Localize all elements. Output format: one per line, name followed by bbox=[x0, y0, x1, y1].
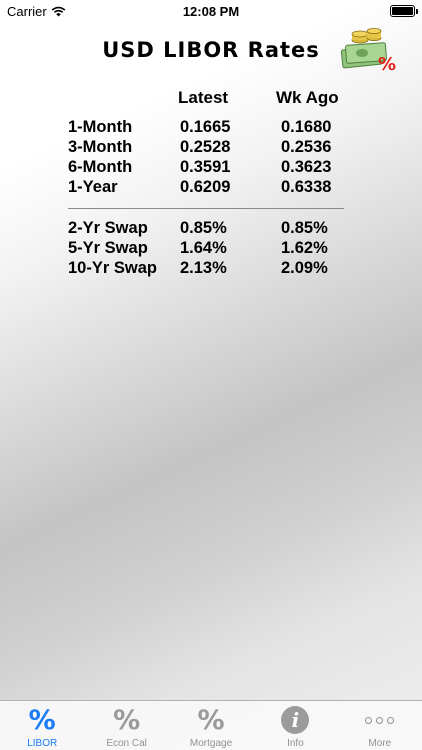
rate-latest: 0.2528 bbox=[180, 138, 231, 156]
percent-icon: % bbox=[197, 704, 225, 736]
rate-label: 6-Month bbox=[68, 158, 133, 176]
more-dots-icon bbox=[364, 704, 396, 736]
info-icon: i bbox=[279, 704, 311, 736]
tab-label: Mortgage bbox=[189, 738, 233, 749]
money-percent-icon: % bbox=[340, 28, 396, 72]
svg-text:%: % bbox=[378, 54, 396, 72]
percent-icon: % bbox=[113, 704, 141, 736]
swap-label: 5-Yr Swap bbox=[68, 239, 148, 257]
tab-econ-cal[interactable]: % Econ Cal bbox=[84, 701, 168, 750]
table-row: 1-Year 0.6209 0.6338 bbox=[68, 178, 348, 198]
status-bar: Carrier 12:08 PM bbox=[0, 0, 422, 22]
swap-label: 10-Yr Swap bbox=[68, 259, 157, 277]
rate-label: 1-Year bbox=[68, 178, 118, 196]
column-header-latest: Latest bbox=[178, 88, 229, 107]
tab-mortgage[interactable]: % Mortgage bbox=[169, 701, 253, 750]
rate-wk-ago: 0.2536 bbox=[281, 138, 332, 156]
rate-latest: 0.1665 bbox=[180, 118, 231, 136]
tab-bar: % LIBOR % Econ Cal % Mortgage i Info Mor… bbox=[0, 700, 422, 750]
table-row: 6-Month 0.3591 0.3623 bbox=[68, 158, 348, 178]
battery-icon bbox=[390, 5, 418, 17]
tab-label: Info bbox=[287, 738, 304, 749]
swap-wk-ago: 2.09% bbox=[281, 259, 328, 277]
table-row: 2-Yr Swap 0.85% 0.85% bbox=[68, 219, 348, 239]
rate-wk-ago: 0.1680 bbox=[281, 118, 332, 136]
rate-label: 3-Month bbox=[68, 138, 133, 156]
swap-latest: 0.85% bbox=[180, 219, 227, 237]
table-row: 1-Month 0.1665 0.1680 bbox=[68, 118, 348, 138]
tab-label: More bbox=[368, 738, 392, 749]
tab-info[interactable]: i Info bbox=[253, 701, 337, 750]
percent-icon: % bbox=[28, 704, 56, 736]
table-divider bbox=[68, 208, 344, 209]
rate-label: 1-Month bbox=[68, 118, 133, 136]
swap-latest: 2.13% bbox=[180, 259, 227, 277]
swap-latest: 1.64% bbox=[180, 239, 227, 257]
tab-more[interactable]: More bbox=[338, 701, 422, 750]
tab-label: LIBOR bbox=[27, 738, 58, 749]
swap-wk-ago: 0.85% bbox=[281, 219, 328, 237]
rate-wk-ago: 0.6338 bbox=[281, 178, 332, 196]
swap-label: 2-Yr Swap bbox=[68, 219, 148, 237]
rate-wk-ago: 0.3623 bbox=[281, 158, 332, 176]
table-row: 3-Month 0.2528 0.2536 bbox=[68, 138, 348, 158]
rate-latest: 0.3591 bbox=[180, 158, 231, 176]
swap-wk-ago: 1.62% bbox=[281, 239, 328, 257]
table-row: 10-Yr Swap 2.13% 2.09% bbox=[68, 259, 348, 279]
tab-libor[interactable]: % LIBOR bbox=[0, 701, 84, 750]
tab-label: Econ Cal bbox=[106, 738, 147, 749]
status-time: 12:08 PM bbox=[182, 4, 240, 19]
rate-latest: 0.6209 bbox=[180, 178, 231, 196]
column-header-wk-ago: Wk Ago bbox=[276, 88, 339, 107]
table-row: 5-Yr Swap 1.64% 1.62% bbox=[68, 239, 348, 259]
